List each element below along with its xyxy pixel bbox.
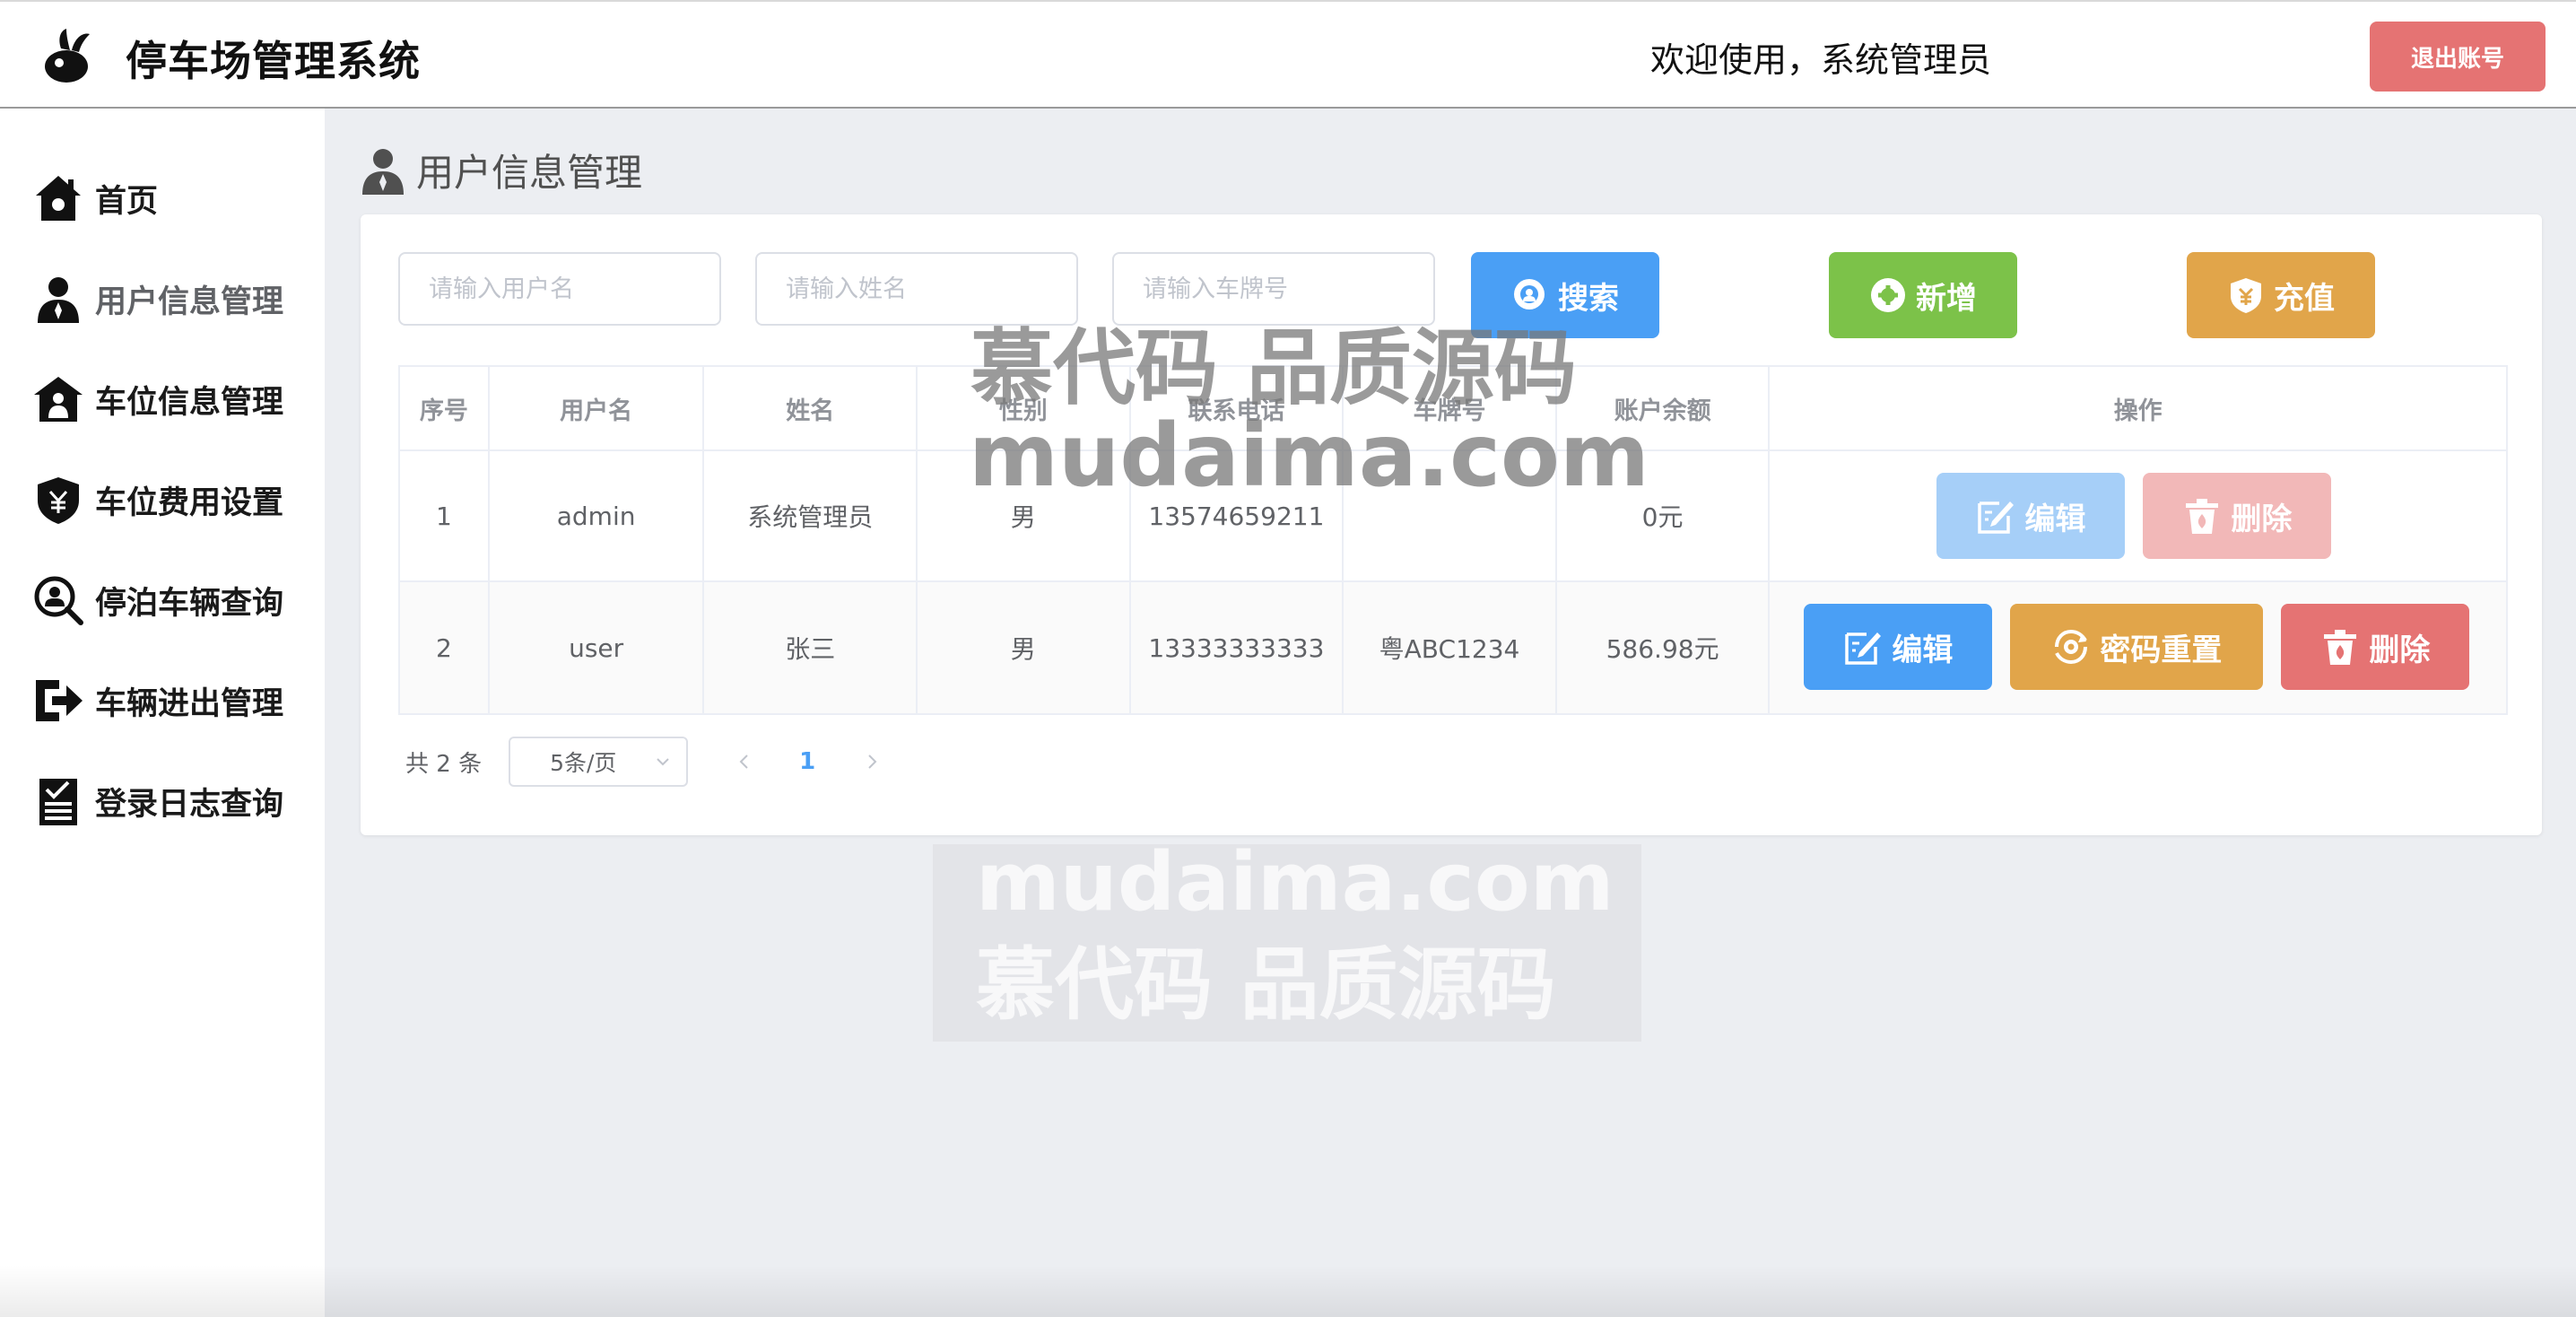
prev-page-button[interactable]	[731, 748, 758, 775]
column-header: 操作	[2113, 397, 2163, 425]
cell-index: 1	[400, 451, 490, 580]
cell-name: 张三	[704, 582, 918, 713]
sidebar-item-vehicle-query[interactable]: 停泊车辆查询	[32, 564, 283, 636]
delete-button[interactable]: 删除	[2143, 473, 2332, 559]
chevron-right-icon	[868, 754, 877, 769]
chevron-left-icon	[739, 754, 748, 769]
watermark-text: 慕代码 品质源码	[976, 938, 1556, 1031]
edit-button[interactable]: 编辑	[1804, 604, 1993, 690]
page-size-select[interactable]: 5条/页	[509, 737, 689, 787]
sidebar-item-entry-exit[interactable]: 车辆进出管理	[32, 665, 283, 737]
cell-actions: 编辑 密码重置 删除	[1770, 582, 2506, 713]
delete-button-label: 删除	[2369, 632, 2431, 668]
cell-username: user	[490, 582, 705, 713]
arrow-right-icon	[32, 675, 84, 727]
cell-username: admin	[490, 451, 705, 580]
reset-password-button-label: 密码重置	[2100, 632, 2223, 668]
sidebar-item-fee-settings[interactable]: 车位费用设置	[32, 464, 283, 536]
trash-icon	[2320, 627, 2360, 667]
total-count: 共 2 条	[405, 750, 483, 778]
logout-button[interactable]: 退出账号	[2370, 22, 2546, 92]
sidebar-item-label: 车位费用设置	[95, 484, 284, 521]
add-circle-icon	[1869, 276, 1907, 314]
edit-button-label: 编辑	[1892, 632, 1954, 668]
watermark-text: mudaima.com	[969, 406, 1649, 506]
cell-plate: 粤ABC1234	[1344, 582, 1557, 713]
bottom-shadow	[0, 1265, 2576, 1317]
top-header: 停车场管理系统 欢迎使用，系统管理员 退出账号	[0, 0, 2576, 109]
watermark-text: mudaima.com	[976, 835, 1614, 929]
recharge-button[interactable]: 充值	[2187, 252, 2375, 338]
sidebar-item-user-management[interactable]: 用户信息管理	[32, 263, 283, 335]
main-content: 用户信息管理 搜索 新增 充值 序号 用户名	[325, 109, 2576, 1317]
page-number[interactable]: 1	[799, 748, 815, 775]
cell-phone: 13333333333	[1131, 582, 1345, 713]
recharge-button-label: 充值	[2274, 280, 2335, 317]
sidebar-item-home[interactable]: 首页	[32, 162, 158, 234]
sidebar-item-label: 车位信息管理	[95, 384, 284, 421]
edit-button-label: 编辑	[2024, 501, 2086, 537]
home-icon	[32, 172, 84, 224]
watermark-text: 慕代码 品质源码	[970, 320, 1578, 416]
add-button-label: 新增	[1916, 280, 1977, 317]
cell-gender: 男	[918, 582, 1131, 713]
log-icon	[32, 775, 84, 827]
sidebar-item-label: 用户信息管理	[95, 283, 284, 320]
page-title: 用户信息管理	[361, 143, 642, 197]
page-size-value: 5条/页	[550, 750, 617, 776]
sidebar-item-login-log[interactable]: 登录日志查询	[32, 765, 283, 837]
reset-password-button[interactable]: 密码重置	[2010, 604, 2264, 690]
column-header: 用户名	[490, 367, 705, 449]
cell-name: 系统管理员	[704, 451, 918, 580]
refresh-eye-icon	[2051, 627, 2091, 667]
sidebar-item-label: 登录日志查询	[95, 786, 284, 823]
user-icon	[362, 148, 404, 195]
edit-icon	[1843, 627, 1883, 667]
shield-yen-icon	[2227, 276, 2265, 314]
app-title: 停车场管理系统	[126, 37, 421, 85]
cell-actions: 编辑 删除	[1770, 451, 2506, 580]
delete-button[interactable]: 删除	[2281, 604, 2470, 690]
shield-yen-icon	[32, 474, 84, 526]
sidebar-item-label: 停泊车辆查询	[95, 585, 284, 622]
edit-button[interactable]: 编辑	[1936, 473, 2126, 559]
sidebar-item-label: 车辆进出管理	[95, 685, 284, 722]
username-search-input[interactable]	[398, 252, 721, 326]
logo-icon	[45, 29, 90, 83]
parking-icon	[32, 373, 84, 425]
cell-index: 2	[400, 582, 490, 713]
sidebar-item-parking-management[interactable]: 车位信息管理	[32, 363, 283, 435]
add-button[interactable]: 新增	[1829, 252, 2017, 338]
column-header: 序号	[400, 367, 490, 449]
table-row: 2 user 张三 男 13333333333 粤ABC1234 586.98元…	[400, 582, 2506, 713]
trash-icon	[2182, 496, 2222, 536]
chevron-down-icon	[657, 758, 669, 766]
column-header: 姓名	[704, 367, 918, 449]
welcome-text: 欢迎使用，系统管理员	[1650, 40, 1992, 80]
pagination: 共 2 条 5条/页 1	[405, 737, 885, 787]
next-page-button[interactable]	[858, 748, 885, 775]
delete-button-label: 删除	[2231, 501, 2293, 537]
sidebar-item-label: 首页	[95, 183, 159, 220]
cell-balance: 586.98元	[1557, 582, 1771, 713]
search-user-icon	[32, 574, 84, 626]
page-title-text: 用户信息管理	[416, 151, 643, 195]
user-icon	[32, 273, 84, 325]
edit-icon	[1976, 496, 2015, 536]
sidebar: 首页 用户信息管理 车位信息管理 车位费用设置 停泊车辆查询 车辆进出管理 登录…	[0, 109, 325, 1317]
